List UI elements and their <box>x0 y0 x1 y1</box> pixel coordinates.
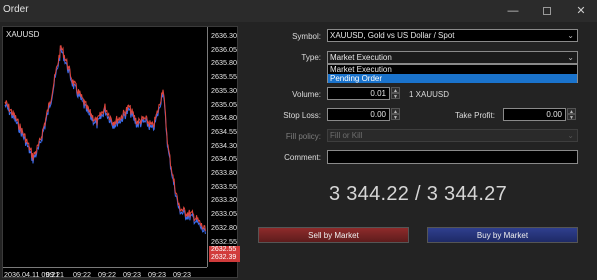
type-dropdown-list: Market Execution Pending Order <box>327 64 578 83</box>
price-tick: 2635.30 <box>211 85 237 95</box>
price-tick: 2635.55 <box>211 72 237 82</box>
chart-symbol: XAUUSD <box>6 30 40 39</box>
stop-loss-input[interactable]: 0.00 <box>327 108 390 121</box>
symbol-select-value: XAUUSD, Gold vs US Dollar / Spot <box>330 31 455 40</box>
stop-loss-stepper[interactable]: ▲ ▼ <box>391 108 400 121</box>
price-tick: 2634.30 <box>211 140 237 150</box>
bid-line <box>4 48 206 235</box>
take-profit-stepper[interactable]: ▲ ▼ <box>567 108 576 121</box>
time-tick: 09:22 <box>98 270 116 279</box>
time-axis: 2036.04.11 09:21 09:21 09:22 09:22 09:23 09:2… <box>3 267 207 279</box>
price-axis: 2632.302632.552632.802633.052633.302633.… <box>207 27 240 267</box>
price-tick: 2636.05 <box>211 44 237 54</box>
price-tick: 2633.05 <box>211 209 237 219</box>
volume-unit: 1 XAUUSD <box>409 90 450 99</box>
take-profit-label: Take Profit: <box>454 111 495 120</box>
volume-label: Volume: <box>292 90 321 99</box>
time-tick: 09:23 <box>123 270 141 279</box>
time-tick: 09:23 <box>148 270 166 279</box>
volume-stepper[interactable]: ▲ ▼ <box>391 87 400 100</box>
fill-policy-label: Fill policy: <box>285 132 321 141</box>
fill-policy-value: Fill or Kill <box>330 131 363 140</box>
title-bar: Order — ✕ <box>0 0 597 22</box>
comment-input[interactable] <box>327 150 578 164</box>
sell-by-market-button[interactable]: Sell by Market <box>258 227 409 243</box>
price-tick: 2634.55 <box>211 126 237 136</box>
price-tick: 2635.80 <box>211 58 237 68</box>
ask-line <box>4 45 206 232</box>
bid-price-tag: 2632.39 <box>209 254 240 262</box>
minimize-button[interactable]: — <box>504 3 522 19</box>
maximize-icon <box>543 7 551 15</box>
comment-label: Comment: <box>284 153 321 162</box>
type-option-pending-order[interactable]: Pending Order <box>328 74 577 83</box>
close-button[interactable]: ✕ <box>572 3 590 19</box>
price-tick: 2634.80 <box>211 113 237 123</box>
type-select[interactable]: Market Execution ⌄ <box>327 51 578 64</box>
type-label: Type: <box>301 53 321 62</box>
spin-down-icon[interactable]: ▼ <box>391 114 400 121</box>
ask-price-tag: 2632.55 <box>209 246 240 254</box>
time-tick: 09:22 <box>73 270 91 279</box>
take-profit-input[interactable]: 0.00 <box>503 108 566 121</box>
price-tick: 2633.30 <box>211 195 237 205</box>
type-option-market-execution[interactable]: Market Execution <box>328 65 577 74</box>
tick-chart-plot <box>4 45 206 235</box>
buy-by-market-button[interactable]: Buy by Market <box>427 227 578 243</box>
price-tick: 2632.55 <box>211 236 237 246</box>
symbol-select[interactable]: XAUUSD, Gold vs US Dollar / Spot ⌄ <box>327 29 578 42</box>
spin-down-icon[interactable]: ▼ <box>567 114 576 121</box>
maximize-button[interactable] <box>538 3 556 19</box>
symbol-label: Symbol: <box>292 32 321 41</box>
time-tick: 09:23 <box>173 270 191 279</box>
price-tick: 2633.55 <box>211 181 237 191</box>
bid-ask-quote: 3 344.22 / 3 344.27 <box>328 183 508 205</box>
price-tick: 2632.80 <box>211 222 237 232</box>
chevron-down-icon: ⌄ <box>567 31 574 40</box>
price-tick: 2636.30 <box>211 31 237 40</box>
price-tick: 2633.80 <box>211 168 237 177</box>
price-tick: 2634.05 <box>211 154 237 164</box>
volume-input[interactable]: 0.01 <box>327 87 390 100</box>
fill-policy-select: Fill or Kill ⌄ <box>327 129 578 142</box>
spin-down-icon[interactable]: ▼ <box>391 93 400 100</box>
chevron-down-icon: ⌄ <box>567 131 574 140</box>
window-title: Order <box>3 4 29 15</box>
type-select-value: Market Execution <box>330 53 392 62</box>
time-tick: 09:21 <box>46 270 64 279</box>
price-tick: 2635.05 <box>211 99 237 109</box>
stop-loss-label: Stop Loss: <box>283 111 321 120</box>
tick-chart: XAUUSD 2632.302632.552632.802633.052633.… <box>2 26 240 279</box>
chevron-down-icon: ⌄ <box>567 53 574 62</box>
